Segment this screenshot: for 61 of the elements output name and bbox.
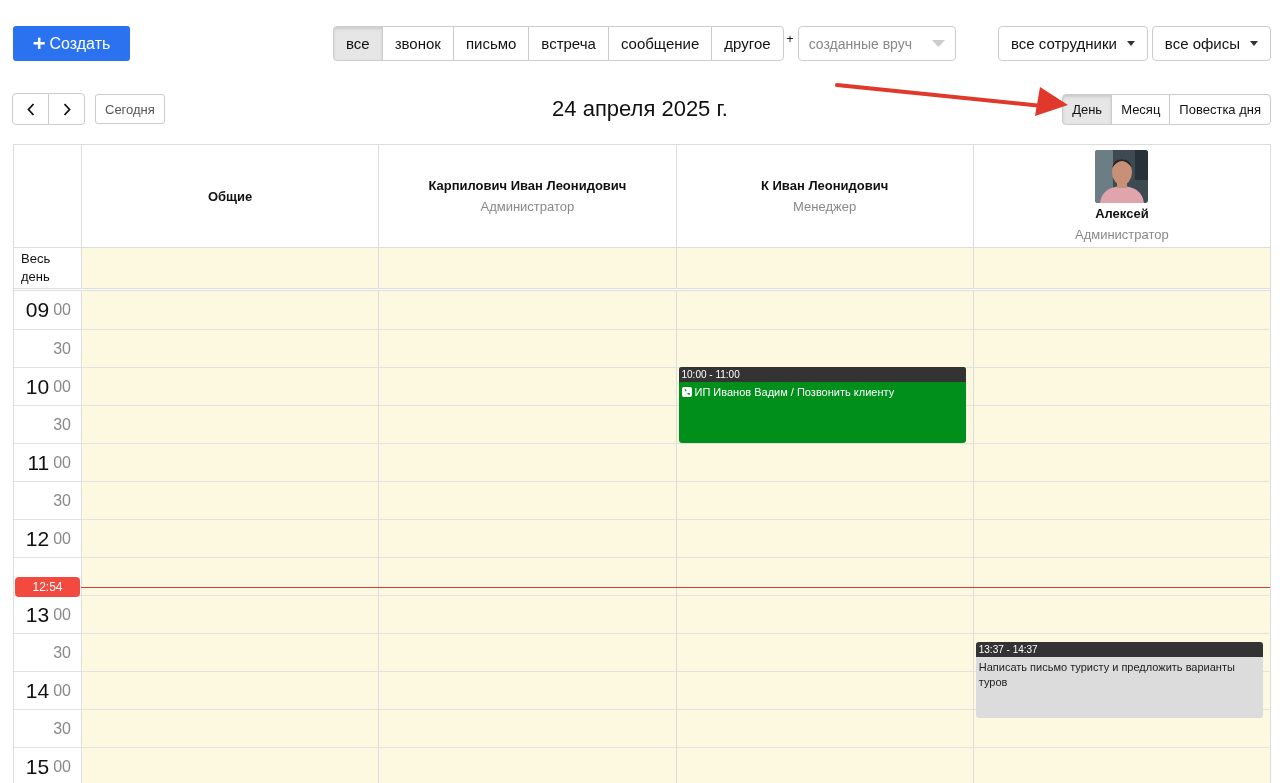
minute-label: 00 [53,301,71,319]
hour-label: 09 [25,298,50,322]
event-title: ИП Иванов Вадим / Позвонить клиенту [694,385,895,400]
column-name: Алексей [1095,206,1149,221]
all-day-cell[interactable] [972,248,1270,288]
minute-label: 00 [53,453,71,472]
chevron-left-icon [26,102,35,116]
hour-label: 10 [25,374,50,399]
column-name: Карпилович Иван Леонидович [428,178,627,193]
caret-icon [1250,41,1258,46]
view-tab[interactable]: Месяц [1111,93,1171,125]
filter-tab[interactable]: другое [711,26,784,61]
all-day-cell[interactable] [81,248,379,288]
minute-label: 30 [53,643,71,662]
view-tab[interactable]: День [1062,93,1113,125]
event-time: 10:00 - 11:00 [678,367,966,382]
hour-label: 11 [27,450,50,475]
phone-icon [681,387,692,397]
source-select[interactable]: созданные вруч [797,26,956,61]
event-card[interactable]: 13:37 - 14:37 Написать письмо туристу и предложить варианты туров [975,641,1263,718]
filter-tab[interactable]: все [333,26,383,61]
minute-label: 00 [53,605,71,624]
filter-tab[interactable]: встреча [528,26,609,61]
event-time: 13:37 - 14:37 [975,641,1263,657]
column-name: Общие [207,188,253,204]
filter-tab[interactable]: письмо [452,26,530,61]
view-tab[interactable]: Повестка дня [1169,93,1271,125]
hour-label: 12 [25,526,50,551]
minute-label: 30 [53,719,71,738]
minute-label: 00 [53,757,71,776]
today-button[interactable]: Сегодня [95,94,165,124]
event-title: Написать письмо туристу и предложить варианты туров [978,659,1236,690]
column-role: Администратор [480,199,575,214]
plus-label: + [786,31,794,46]
hour-label: 14 [25,678,50,703]
prev-button[interactable] [12,93,49,125]
column-role: Администратор [1074,227,1169,242]
employee-select[interactable]: все сотрудники [997,26,1148,61]
create-button[interactable]: + Создать [13,26,130,61]
minute-label: 00 [53,681,71,700]
office-select[interactable]: все офисы [1151,26,1271,61]
minute-label: 00 [53,377,71,396]
hour-label: 15 [25,754,50,779]
current-time-badge: 12:54 [15,577,80,598]
minute-label: 30 [53,491,71,510]
minute-label: 30 [53,415,71,434]
hour-label: 13 [25,602,50,627]
date-title: 24 апреля 2025 г. [552,96,728,121]
all-day-cell[interactable] [378,248,676,288]
filter-tab[interactable]: звонок [381,26,454,61]
caret-icon [1126,41,1135,46]
caret-icon [931,40,945,47]
chevron-right-icon [62,102,71,116]
column-role: Менеджер [793,199,857,214]
minute-label: 30 [53,339,71,358]
filter-tab[interactable]: сообщение [607,26,713,61]
minute-label: 00 [53,529,71,548]
all-day-cell[interactable] [675,248,973,288]
event-card[interactable]: 10:00 - 11:00 ИП Иванов Вадим / Позвонить клиенту [678,367,966,443]
next-button[interactable] [48,93,85,125]
column-name: К Иван Леонидович [761,178,889,193]
